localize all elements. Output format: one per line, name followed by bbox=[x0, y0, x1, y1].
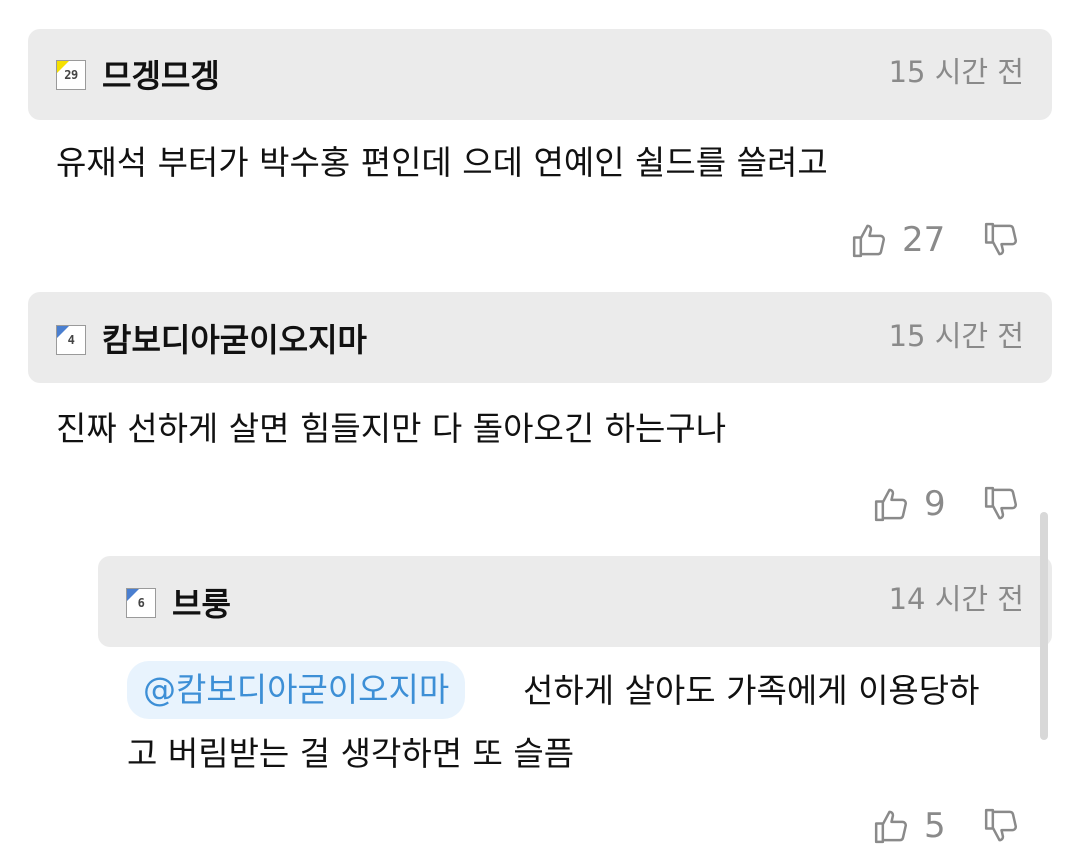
like-button[interactable]: 27 bbox=[850, 218, 950, 262]
reply-text-line2: 고 버림받는 걸 생각하면 또 슬픔 bbox=[127, 734, 575, 773]
thumbs-up-outline-icon bbox=[874, 810, 907, 844]
like-button[interactable]: 5 bbox=[872, 804, 952, 848]
like-count: 9 bbox=[924, 484, 946, 524]
reply-timestamp: 14 시간 전 bbox=[888, 582, 1024, 616]
scrollbar[interactable] bbox=[1040, 512, 1048, 740]
level-number: 6 bbox=[137, 596, 145, 610]
comment-header: 29 므겡므겡 15 시간 전 bbox=[28, 29, 1052, 120]
comment-text: 진짜 선하게 살면 힘들지만 다 돌아오긴 하는구나 bbox=[56, 409, 727, 448]
thumbs-up-outline-icon bbox=[874, 488, 907, 522]
comment-header: 4 캄보디아굳이오지마 15 시간 전 bbox=[28, 292, 1052, 383]
thumbs-down-outline-icon bbox=[984, 808, 1017, 842]
reply-text-line1: 선하게 살아도 가족에게 이용당하 bbox=[523, 671, 980, 710]
comment-timestamp: 15 시간 전 bbox=[888, 55, 1024, 89]
dislike-button[interactable] bbox=[982, 804, 1026, 848]
level-number: 4 bbox=[67, 333, 75, 347]
level-number: 29 bbox=[64, 68, 78, 82]
level-badge-icon: 4 bbox=[56, 325, 86, 355]
dislike-button[interactable] bbox=[982, 218, 1026, 262]
like-count: 27 bbox=[902, 220, 946, 260]
like-button[interactable]: 9 bbox=[872, 482, 952, 526]
thumbs-down-outline-icon bbox=[984, 486, 1017, 520]
comment-author[interactable]: 캄보디아굳이오지마 bbox=[102, 320, 367, 360]
thumbs-up-outline-icon bbox=[852, 224, 885, 258]
comment-timestamp: 15 시간 전 bbox=[888, 319, 1024, 353]
comment-author[interactable]: 므겡므겡 bbox=[102, 56, 220, 96]
like-count: 5 bbox=[924, 806, 946, 846]
level-badge-icon: 29 bbox=[56, 60, 86, 90]
thumbs-down-outline-icon bbox=[984, 222, 1017, 256]
mention-tag[interactable]: @캄보디아굳이오지마 bbox=[127, 661, 466, 719]
reply-header: 6 브룽 14 시간 전 bbox=[98, 556, 1052, 647]
dislike-button[interactable] bbox=[982, 482, 1026, 526]
reply-author[interactable]: 브룽 bbox=[172, 584, 231, 624]
comment-text: 유재석 부터가 박수홍 편인데 으데 연예인 쉴드를 쓸려고 bbox=[56, 143, 828, 182]
level-badge-icon: 6 bbox=[126, 588, 156, 618]
